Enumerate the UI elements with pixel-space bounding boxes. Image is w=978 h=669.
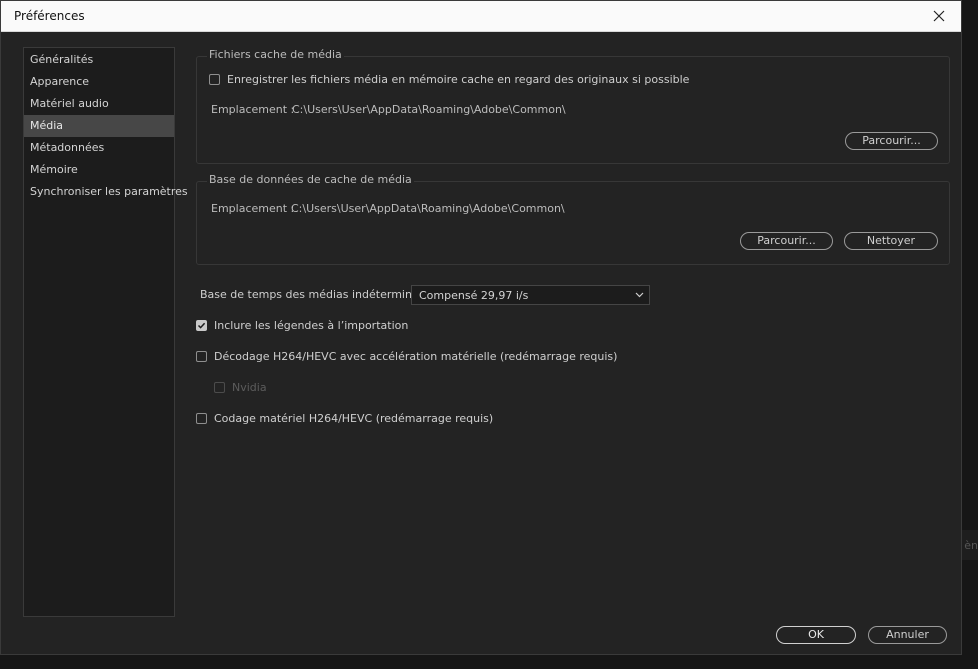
- media-cache-files-location-label: Emplacement :: [211, 103, 295, 116]
- sidebar-item-metadata[interactable]: Métadonnées: [24, 137, 174, 159]
- ok-button[interactable]: OK: [776, 626, 856, 644]
- sidebar-item-general[interactable]: Généralités: [24, 49, 174, 71]
- cancel-button[interactable]: Annuler: [868, 626, 947, 644]
- hw-decoding-checkbox[interactable]: [196, 351, 207, 362]
- media-cache-files-title: Fichiers cache de média: [207, 48, 344, 61]
- timebase-select-value: Compensé 29,97 i/s: [419, 289, 529, 302]
- save-cache-next-to-originals-label: Enregistrer les fichiers média en mémoir…: [227, 73, 690, 86]
- sidebar-item-memory[interactable]: Mémoire: [24, 159, 174, 181]
- media-cache-db-clean-button[interactable]: Nettoyer: [844, 232, 938, 250]
- include-captions-checkbox[interactable]: [196, 320, 207, 331]
- timebase-select[interactable]: Compensé 29,97 i/s: [411, 285, 650, 305]
- nvidia-label: Nvidia: [232, 381, 267, 394]
- media-cache-db-title: Base de données de cache de média: [207, 173, 414, 186]
- media-cache-files-location-path: C:\Users\User\AppData\Roaming\Adobe\Comm…: [292, 103, 566, 116]
- sidebar-item-appearance[interactable]: Apparence: [24, 71, 174, 93]
- sidebar-item-sync-settings[interactable]: Synchroniser les paramètres: [24, 181, 188, 203]
- sidebar-item-media[interactable]: Média: [24, 115, 174, 137]
- nvidia-checkbox: [214, 382, 225, 393]
- hw-encoding-label: Codage matériel H264/HEVC (redémarrage r…: [214, 412, 494, 425]
- timebase-label: Base de temps des médias indéterminée :: [200, 288, 433, 301]
- close-button[interactable]: [917, 1, 961, 31]
- save-cache-next-to-originals-checkbox[interactable]: [209, 74, 220, 85]
- preferences-dialog: Préférences Généralités Apparence Matéri…: [0, 0, 962, 655]
- chevron-down-icon: [635, 292, 644, 298]
- media-cache-files-browse-button[interactable]: Parcourir...: [845, 132, 938, 150]
- media-cache-db-location-label: Emplacement :: [211, 202, 295, 215]
- include-captions-label: Inclure les légendes à l’importation: [214, 319, 409, 332]
- media-cache-db-location-path: C:\Users\User\AppData\Roaming\Adobe\Comm…: [291, 202, 565, 215]
- title-bar: Préférences: [1, 1, 961, 32]
- preferences-sidebar: Généralités Apparence Matériel audio Méd…: [23, 47, 188, 617]
- sidebar-item-audio-hardware[interactable]: Matériel audio: [24, 93, 174, 115]
- close-icon: [933, 10, 945, 22]
- hw-decoding-label: Décodage H264/HEVC avec accélération mat…: [214, 350, 618, 363]
- hw-encoding-checkbox[interactable]: [196, 413, 207, 424]
- background-edge-text: èn: [964, 539, 978, 552]
- media-cache-db-group: Base de données de cache de média: [196, 173, 950, 265]
- dialog-title: Préférences: [14, 9, 85, 23]
- checkmark-icon: [197, 322, 206, 329]
- media-cache-db-browse-button[interactable]: Parcourir...: [740, 232, 833, 250]
